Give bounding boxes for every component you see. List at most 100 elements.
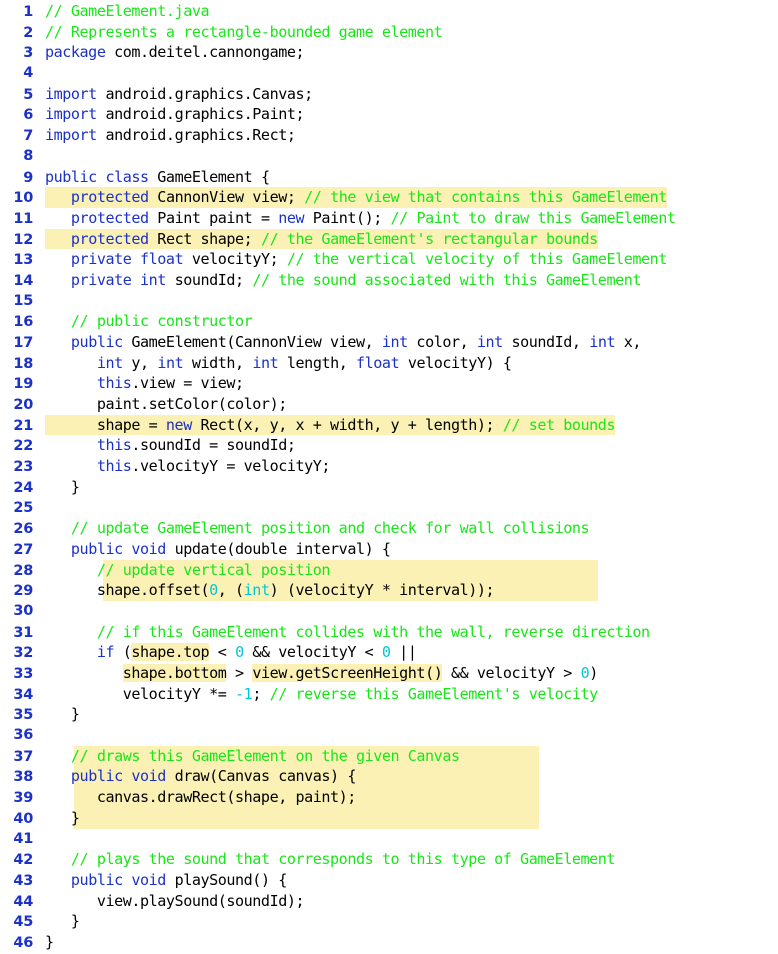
line-code: shape.offset(0, (int) (velocityY * inter… — [45, 580, 495, 601]
code-token: int — [381, 333, 408, 351]
code-token: view.getScreenHeight() — [252, 664, 443, 682]
line-code: // plays the sound that corresponds to t… — [45, 849, 616, 870]
code-token: // Represents a rectangle-bounded game e… — [45, 22, 443, 41]
line-number: 44 — [13, 893, 33, 910]
line-number: 29 — [13, 583, 33, 600]
code-token: shape.top — [131, 643, 210, 662]
code-token: CannonView view; — [148, 188, 305, 207]
line-number: 28 — [13, 562, 33, 579]
code-line: 34 velocityY *= -1; // reverse this Game… — [0, 684, 778, 705]
line-number: 37 — [13, 748, 33, 765]
line-number: 2 — [23, 24, 33, 41]
code-token: .velocityY = velocityY; — [131, 457, 331, 476]
code-token: this — [96, 436, 132, 455]
line-code: public void update(double interval) { — [45, 539, 391, 560]
code-token: Rect shape; — [148, 229, 261, 248]
code-line: 18 int y, int width, int length, float v… — [0, 353, 778, 374]
line-code: view.playSound(soundId); — [45, 891, 305, 912]
line-code: protected Rect shape; // the GameElement… — [45, 228, 598, 250]
line-number: 31 — [13, 624, 33, 641]
code-line: 11 protected Paint paint = new Paint(); … — [0, 208, 778, 229]
code-line: 5 import android.graphics.Canvas; — [0, 84, 778, 105]
code-line: 38 public void draw(Canvas canvas) { — [0, 766, 778, 787]
code-line: 17 public GameElement(CannonView view, i… — [0, 332, 778, 353]
line-code: canvas.drawRect(shape, paint); — [45, 787, 357, 808]
line-code: // draws this GameElement on the given C… — [45, 746, 460, 767]
code-token: GameElement(CannonView view, — [122, 333, 382, 351]
code-line: 9 public class GameElement { — [0, 167, 778, 188]
line-code: import android.graphics.Canvas; — [45, 84, 313, 105]
code-token: paint.setColor(color); — [45, 395, 287, 414]
code-token: public void — [70, 539, 166, 558]
code-token: playSound() { — [165, 870, 288, 889]
line-code: public void playSound() { — [45, 870, 287, 891]
code-token: public void — [70, 767, 166, 786]
code-token: < — [209, 643, 236, 662]
line-code: import android.graphics.Rect; — [45, 125, 296, 146]
code-token: public — [70, 333, 123, 351]
line-code: // Represents a rectangle-bounded game e… — [45, 22, 443, 43]
line-code: shape = new Rect(x, y, x + width, y + le… — [45, 414, 616, 436]
code-token: // GameElement.java — [45, 2, 210, 20]
code-token: // the GameElement's rectangular bounds — [260, 229, 598, 248]
line-number: 39 — [13, 790, 33, 807]
code-token: ) (velocityY * interval)); — [269, 581, 495, 600]
code-line: 41 — [0, 829, 778, 850]
line-number: 1 — [23, 4, 33, 20]
code-token: int — [589, 333, 616, 351]
code-token: android.graphics.Canvas; — [96, 84, 313, 103]
line-number: 12 — [13, 231, 33, 248]
code-token: velocityY) { — [399, 353, 512, 372]
code-token: protected — [70, 208, 149, 227]
code-line: 28 // update vertical position — [0, 560, 778, 581]
line-code: import android.graphics.Paint; — [45, 104, 305, 125]
line-number: 20 — [13, 397, 33, 414]
code-token: Paint paint = — [148, 208, 279, 227]
line-number: 6 — [23, 107, 33, 124]
code-token: public void — [70, 870, 166, 889]
line-code: } — [45, 477, 80, 498]
code-line: 42 // plays the sound that corresponds t… — [0, 849, 778, 870]
line-number: 34 — [13, 686, 33, 703]
code-token: GameElement { — [148, 167, 270, 186]
line-number: 33 — [13, 666, 33, 682]
code-token: // update vertical position — [96, 560, 331, 579]
code-token: // draws this GameElement on the given C… — [70, 746, 460, 765]
code-token: // set bounds — [502, 415, 616, 434]
code-token: int — [157, 353, 184, 372]
code-line: 4 — [0, 63, 778, 84]
code-line: 25 — [0, 498, 778, 519]
line-code: this.view = view; — [45, 373, 244, 394]
line-code: this.velocityY = velocityY; — [45, 456, 331, 477]
line-number: 4 — [23, 65, 33, 82]
line-code: // update vertical position — [45, 560, 331, 581]
code-token: Paint(); — [304, 208, 391, 227]
code-line: 20 paint.setColor(color); — [0, 394, 778, 415]
code-token: soundId, — [502, 333, 590, 351]
code-token: int — [252, 353, 279, 372]
code-token: public class — [45, 167, 149, 186]
code-listing: 1 // GameElement.java 2 // Represents a rec… — [0, 0, 778, 953]
code-token: color, — [407, 333, 477, 351]
line-code: // public constructor — [45, 311, 253, 332]
code-line: 27 public void update(double interval) { — [0, 539, 778, 560]
code-token: // the vertical velocity of this GameEle… — [286, 250, 667, 269]
line-number: 45 — [13, 914, 33, 931]
line-code: public GameElement(CannonView view, int … — [45, 332, 642, 353]
line-code: velocityY *= -1; // reverse this GameEle… — [45, 684, 599, 705]
code-line: 45 } — [0, 911, 778, 932]
code-token: .soundId = soundId; — [131, 436, 296, 455]
line-number: 30 — [13, 602, 33, 619]
code-line: 32 if (shape.top < 0 && velocityY < 0 || — [0, 642, 778, 663]
code-line: 24 } — [0, 477, 778, 498]
code-token: new — [165, 415, 192, 434]
code-token: } — [45, 477, 80, 496]
code-token: float — [356, 353, 400, 372]
